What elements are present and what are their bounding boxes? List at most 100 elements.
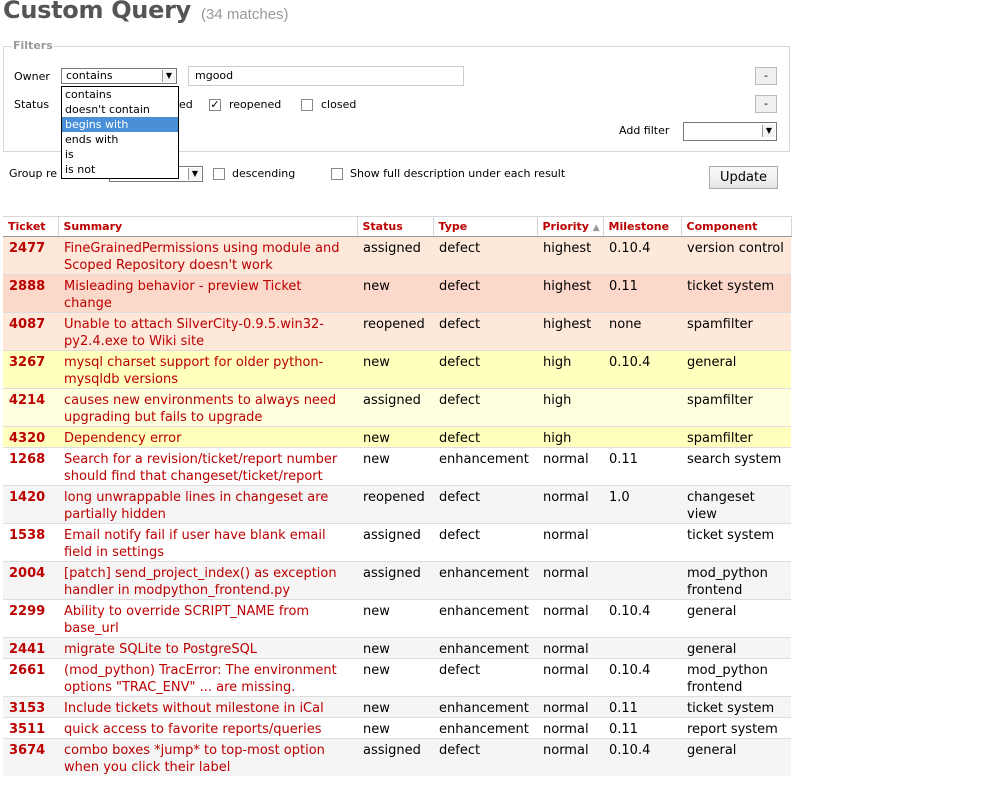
status-cell: new	[357, 658, 433, 697]
ticket-id-link[interactable]: 2441	[3, 637, 58, 659]
ticket-id-link[interactable]: 4320	[3, 426, 58, 448]
owner-label: Owner	[14, 70, 50, 83]
type-cell: defect	[433, 350, 537, 389]
table-row[interactable]: 2888 Misleading behavior - preview Ticket…	[3, 274, 791, 313]
col-header-component[interactable]: Component	[681, 216, 792, 237]
col-header-priority-label: Priority	[542, 220, 589, 233]
priority-cell: normal	[537, 696, 603, 718]
ticket-summary-link[interactable]: Include tickets without milestone in iCa…	[58, 696, 357, 718]
update-button[interactable]: Update	[709, 166, 778, 189]
milestone-cell: none	[603, 312, 681, 351]
owner-mode-value: contains	[66, 69, 113, 82]
ticket-summary-link[interactable]: Ability to override SCRIPT_NAME from bas…	[58, 599, 357, 638]
ticket-id-link[interactable]: 4087	[3, 312, 58, 351]
add-filter-select[interactable]: ▼	[683, 122, 777, 141]
table-row[interactable]: 1268 Search for a revision/ticket/report …	[3, 447, 791, 486]
status-closed-label: closed	[321, 98, 357, 111]
descending-checkbox[interactable]	[213, 168, 225, 180]
status-cell: new	[357, 274, 433, 313]
type-cell: defect	[433, 426, 537, 448]
status-cell: new	[357, 426, 433, 448]
table-row[interactable]: 3153 Include tickets without milestone in…	[3, 696, 791, 718]
component-cell: version control	[681, 236, 791, 275]
priority-cell: highest	[537, 312, 603, 351]
col-header-status[interactable]: Status	[357, 216, 434, 237]
table-row[interactable]: 3267 mysql charset support for older pyth…	[3, 350, 791, 389]
filters-legend: Filters	[12, 39, 54, 52]
ticket-id-link[interactable]: 3153	[3, 696, 58, 718]
full-description-checkbox[interactable]	[331, 168, 343, 180]
table-row[interactable]: 2441 migrate SQLite to PostgreSQL new enhan…	[3, 637, 791, 659]
component-cell: search system	[681, 447, 791, 486]
component-cell: mod_python frontend	[681, 658, 791, 697]
type-cell: enhancement	[433, 561, 537, 600]
ticket-summary-link[interactable]: FineGrainedPermissions using module and …	[58, 236, 357, 275]
col-header-milestone[interactable]: Milestone	[603, 216, 682, 237]
ticket-summary-link[interactable]: migrate SQLite to PostgreSQL	[58, 637, 357, 659]
ticket-summary-link[interactable]: (mod_python) TracError: The environment …	[58, 658, 357, 697]
component-cell: spamfilter	[681, 426, 791, 448]
ticket-id-link[interactable]: 1420	[3, 485, 58, 524]
owner-value-input[interactable]: mgood	[188, 66, 464, 86]
table-row[interactable]: 4214 causes new environments to always ne…	[3, 388, 791, 427]
status-cell: assigned	[357, 523, 433, 562]
ticket-summary-link[interactable]: causes new environments to always need u…	[58, 388, 357, 427]
status-closed-checkbox[interactable]	[301, 99, 313, 111]
ticket-id-link[interactable]: 3674	[3, 738, 58, 776]
dropdown-option[interactable]: contains	[62, 87, 178, 102]
ticket-id-link[interactable]: 2299	[3, 599, 58, 638]
table-row[interactable]: 3674 combo boxes *jump* to top-most optio…	[3, 738, 791, 776]
type-cell: enhancement	[433, 599, 537, 638]
col-header-type[interactable]: Type	[433, 216, 538, 237]
ticket-summary-link[interactable]: long unwrappable lines in changeset are …	[58, 485, 357, 524]
ticket-summary-link[interactable]: Unable to attach SilverCity-0.9.5.win32-…	[58, 312, 357, 351]
component-cell: ticket system	[681, 523, 791, 562]
table-row[interactable]: 3511 quick access to favorite reports/que…	[3, 717, 791, 739]
remove-status-filter-button[interactable]: -	[755, 95, 777, 113]
ticket-id-link[interactable]: 3267	[3, 350, 58, 389]
ticket-summary-link[interactable]: Misleading behavior - preview Ticket cha…	[58, 274, 357, 313]
ticket-summary-link[interactable]: Search for a revision/ticket/report numb…	[58, 447, 357, 486]
ticket-summary-link[interactable]: [patch] send_project_index() as exceptio…	[58, 561, 357, 600]
table-row[interactable]: 4087 Unable to attach SilverCity-0.9.5.wi…	[3, 312, 791, 351]
remove-owner-filter-button[interactable]: -	[755, 67, 777, 85]
col-header-ticket[interactable]: Ticket	[3, 216, 59, 237]
col-header-priority[interactable]: Priority ▲	[537, 216, 604, 237]
dropdown-option[interactable]: ends with	[62, 132, 178, 147]
ticket-id-link[interactable]: 2477	[3, 236, 58, 275]
ticket-summary-link[interactable]: mysql charset support for older python-m…	[58, 350, 357, 389]
dropdown-option[interactable]: begins with	[62, 117, 178, 132]
ticket-id-link[interactable]: 4214	[3, 388, 58, 427]
ticket-id-link[interactable]: 2888	[3, 274, 58, 313]
chevron-down-icon: ▼	[762, 125, 775, 137]
dropdown-option[interactable]: is not	[62, 162, 178, 177]
milestone-cell: 0.10.4	[603, 236, 681, 275]
table-row[interactable]: 1420 long unwrappable lines in changeset …	[3, 485, 791, 524]
col-header-summary[interactable]: Summary	[58, 216, 358, 237]
ticket-summary-link[interactable]: combo boxes *jump* to top-most option wh…	[58, 738, 357, 776]
dropdown-option[interactable]: doesn't contain	[62, 102, 178, 117]
ticket-summary-link[interactable]: Email notify fail if user have blank ema…	[58, 523, 357, 562]
ticket-id-link[interactable]: 1268	[3, 447, 58, 486]
ticket-summary-link[interactable]: Dependency error	[58, 426, 357, 448]
type-cell: defect	[433, 523, 537, 562]
table-row[interactable]: 2299 Ability to override SCRIPT_NAME from…	[3, 599, 791, 638]
owner-mode-select[interactable]: contains ▼	[61, 68, 177, 84]
ticket-summary-link[interactable]: quick access to favorite reports/queries	[58, 717, 357, 739]
priority-cell: high	[537, 388, 603, 427]
table-row[interactable]: 2661 (mod_python) TracError: The environm…	[3, 658, 791, 697]
type-cell: enhancement	[433, 637, 537, 659]
ticket-id-link[interactable]: 3511	[3, 717, 58, 739]
owner-mode-dropdown-list[interactable]: contains doesn't contain begins with ends w…	[61, 86, 179, 179]
table-row[interactable]: 2477 FineGrainedPermissions using module …	[3, 236, 791, 275]
dropdown-option[interactable]: is	[62, 147, 178, 162]
ticket-id-link[interactable]: 2661	[3, 658, 58, 697]
page-title: Custom Query	[3, 0, 191, 24]
table-row[interactable]: 1538 Email notify fail if user have blank…	[3, 523, 791, 562]
ticket-id-link[interactable]: 2004	[3, 561, 58, 600]
table-row[interactable]: 2004 [patch] send_project_index() as exce…	[3, 561, 791, 600]
results-table: Ticket Summary Status Type Priority ▲ Mi…	[3, 216, 792, 776]
ticket-id-link[interactable]: 1538	[3, 523, 58, 562]
status-reopened-checkbox[interactable]: ✓	[209, 99, 221, 111]
table-row[interactable]: 4320 Dependency error new defect high spamfil…	[3, 426, 791, 448]
